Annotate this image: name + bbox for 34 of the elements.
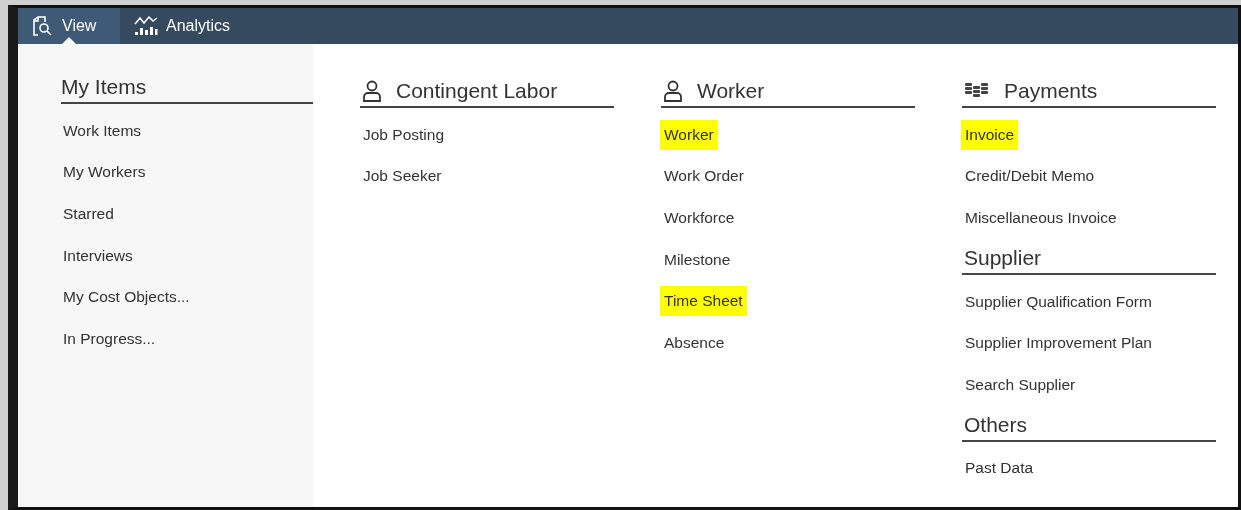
menu-link[interactable]: Job Seeker: [359, 161, 446, 192]
section-heading: Contingent Labor: [396, 79, 558, 103]
chart-icon: [134, 16, 158, 36]
menu-link[interactable]: Work Order: [660, 161, 748, 192]
menu-link[interactable]: Milestone: [660, 244, 735, 275]
menu-link[interactable]: Miscellaneous Invoice: [961, 203, 1121, 233]
menu-link[interactable]: Credit/Debit Memo: [961, 161, 1099, 192]
menu-link[interactable]: Supplier Qualification Form: [961, 286, 1156, 317]
magnifier-page-icon: [32, 16, 54, 36]
section-heading: Payments: [1004, 79, 1098, 103]
menu-link[interactable]: Worker: [660, 119, 718, 150]
person-icon: [362, 80, 382, 102]
menu-link[interactable]: Interviews: [61, 234, 313, 277]
menu-link[interactable]: Search Supplier: [961, 369, 1080, 400]
section-heading: Worker: [697, 79, 765, 103]
menu-link[interactable]: Job Posting: [359, 119, 448, 150]
section-heading: Others: [964, 412, 1028, 437]
menu-link[interactable]: Work Items: [61, 110, 313, 152]
menu-tab[interactable]: Analytics: [120, 8, 245, 44]
menu-link[interactable]: Supplier Improvement Plan: [961, 328, 1156, 359]
menu-link[interactable]: My Workers: [61, 151, 313, 194]
coins-icon: [964, 82, 990, 100]
menu-link[interactable]: My Cost Objects...: [61, 276, 313, 318]
menu-link[interactable]: Absence: [660, 327, 729, 358]
menu-link[interactable]: Starred: [61, 193, 313, 235]
person-icon: [663, 80, 683, 102]
menu-link[interactable]: Invoice: [961, 119, 1019, 150]
menu-link[interactable]: Workforce: [660, 203, 739, 233]
section-heading: Supplier: [964, 245, 1042, 270]
menu-link[interactable]: Time Sheet: [660, 286, 747, 317]
section-heading: My Items: [61, 75, 147, 99]
menu-link[interactable]: In Progress...: [61, 317, 313, 360]
menu-link[interactable]: Past Data: [961, 453, 1038, 484]
menu-tab[interactable]: View: [18, 8, 120, 44]
